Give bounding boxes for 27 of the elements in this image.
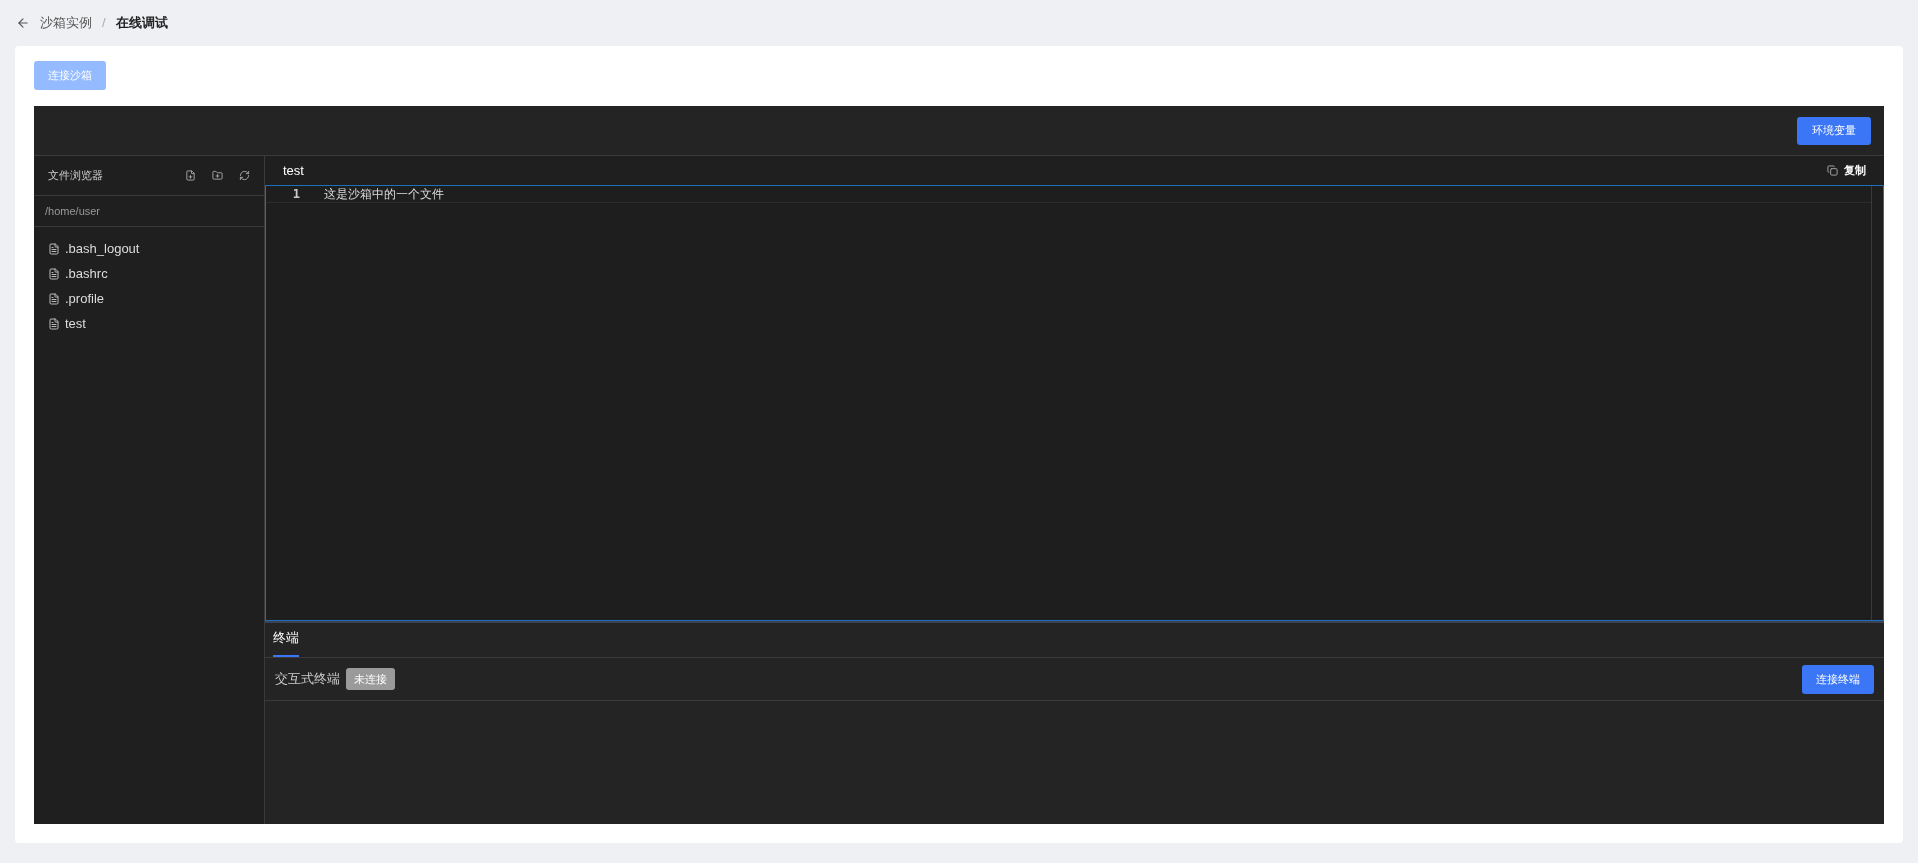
copy-button[interactable]: 复制 bbox=[1827, 162, 1866, 179]
current-path: /home/user bbox=[45, 203, 101, 219]
breadcrumb-item[interactable]: 沙箱实例 bbox=[40, 13, 92, 33]
status-badge: 未连接 bbox=[346, 668, 395, 690]
file-item[interactable]: .profile bbox=[34, 286, 264, 311]
line-number: 1 bbox=[291, 186, 300, 203]
copy-icon bbox=[1827, 165, 1838, 176]
file-icon bbox=[48, 267, 60, 280]
file-item[interactable]: .bash_logout bbox=[34, 236, 264, 261]
file-item[interactable]: .bashrc bbox=[34, 261, 264, 286]
terminal-tab[interactable]: 终端 bbox=[273, 627, 299, 657]
file-icon bbox=[48, 242, 60, 255]
file-browser-title: 文件浏览器 bbox=[48, 168, 104, 184]
refresh-icon[interactable] bbox=[239, 170, 250, 181]
breadcrumb-item: 在线调试 bbox=[115, 14, 168, 33]
code-editor[interactable]: 1 这是沙箱中的一个文件 bbox=[265, 185, 1884, 621]
new-file-icon[interactable] bbox=[185, 170, 196, 181]
file-icon bbox=[48, 292, 60, 305]
new-folder-icon[interactable] bbox=[212, 170, 223, 181]
breadcrumb-separator: / bbox=[102, 14, 106, 33]
editor-tab[interactable]: test bbox=[283, 160, 1827, 181]
file-item[interactable]: test bbox=[34, 311, 264, 336]
file-icon bbox=[48, 317, 60, 330]
code-line: 这是沙箱中的一个文件 bbox=[324, 186, 444, 203]
terminal-label: 交互式终端 bbox=[275, 670, 340, 689]
env-vars-button[interactable]: 环境变量 bbox=[1797, 116, 1871, 145]
connect-terminal-button[interactable]: 连接终端 bbox=[1802, 664, 1874, 694]
